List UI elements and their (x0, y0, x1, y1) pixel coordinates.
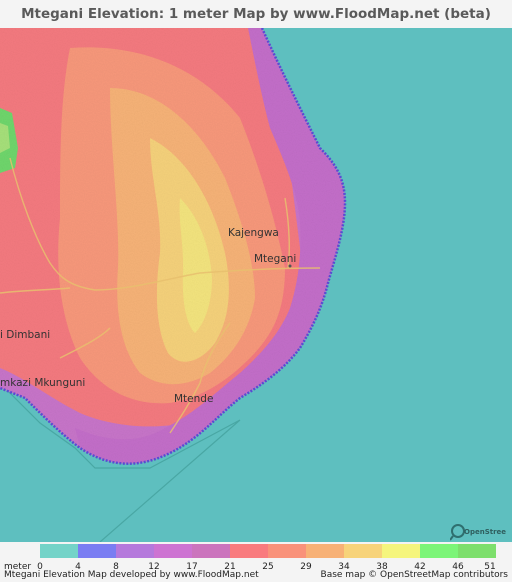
map-title: Mtegani Elevation: 1 meter Map by www.Fl… (0, 0, 512, 28)
place-label-dimbani: i Dimbani (0, 329, 50, 341)
footer-attribution[interactable]: Base map © OpenStreetMap contributors (321, 570, 508, 580)
place-label-mkunguni: mkazi Mkunguni (0, 377, 85, 389)
legend-swatch (116, 544, 154, 558)
legend-swatch (40, 544, 78, 558)
legend-swatch (230, 544, 268, 558)
legend-swatch (420, 544, 458, 558)
place-label-mtegani: Mtegani (254, 253, 296, 265)
legend-swatch (382, 544, 420, 558)
svg-text:OpenStreetMap: OpenStreetMap (464, 528, 506, 536)
legend-swatch (78, 544, 116, 558)
elevation-map[interactable]: Kajengwa Mtegani i Dimbani mkazi Mkungun… (0, 28, 512, 542)
legend-swatch (192, 544, 230, 558)
legend-swatch (154, 544, 192, 558)
map-canvas[interactable]: Kajengwa Mtegani i Dimbani mkazi Mkungun… (0, 28, 512, 542)
legend-color-bar (40, 544, 496, 558)
footer: Mtegani Elevation Map developed by www.F… (0, 570, 512, 582)
place-label-kajengwa: Kajengwa (228, 227, 279, 239)
place-label-mtende: Mtende (174, 393, 213, 405)
legend-swatch (344, 544, 382, 558)
legend-swatch (268, 544, 306, 558)
place-marker-mtegani (288, 264, 292, 268)
openstreetmap-logo[interactable]: OpenStreetMap (450, 522, 506, 542)
legend-swatch (458, 544, 496, 558)
footer-credit[interactable]: Mtegani Elevation Map developed by www.F… (4, 570, 259, 580)
legend-swatch (306, 544, 344, 558)
